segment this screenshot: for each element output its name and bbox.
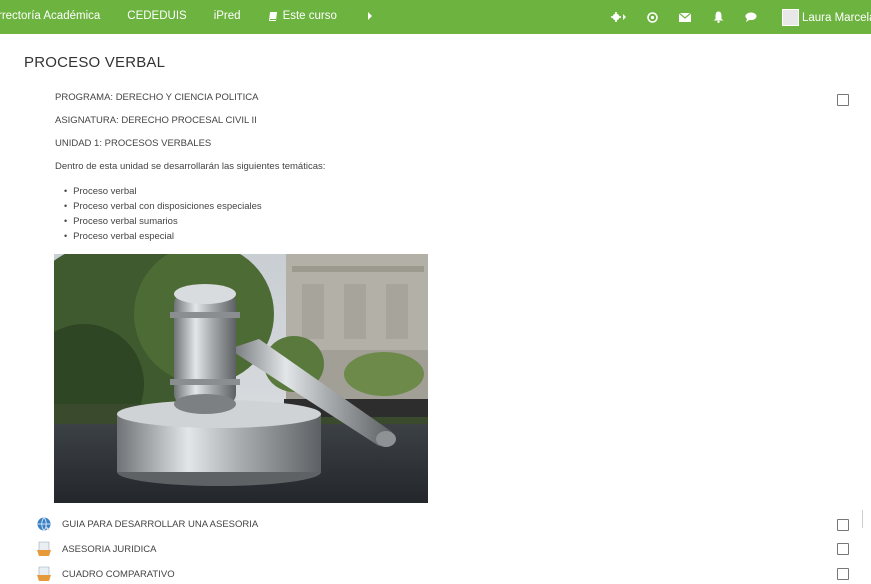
activity-label: CUADRO COMPARATIVO <box>62 568 175 580</box>
gear-icon[interactable] <box>610 9 628 25</box>
activity-cuadro-comparativo[interactable]: CUADRO COMPARATIVO <box>36 566 175 582</box>
asignatura-text: ASIGNATURA: DERECHO PROCESAL CIVIL II <box>55 115 257 126</box>
envelope-icon[interactable] <box>676 9 694 25</box>
activity-completion-checkbox[interactable] <box>837 568 849 580</box>
assignment-icon <box>37 566 51 581</box>
list-item: Proceso verbal sumarios <box>64 214 262 229</box>
list-item: Proceso verbal con disposiciones especia… <box>64 199 262 214</box>
activity-completion-checkbox[interactable] <box>837 543 849 555</box>
nav-link-cededuis[interactable]: CEDEDUIS <box>127 10 186 22</box>
activity-asesoria-juridica[interactable]: ASESORIA JURIDICA <box>36 541 157 557</box>
assignment-icon <box>37 541 51 556</box>
avatar <box>782 9 799 26</box>
topics-list: Proceso verbal Proceso verbal con dispos… <box>55 184 262 244</box>
section-title: PROCESO VERBAL <box>24 54 166 71</box>
list-item: Proceso verbal especial <box>64 229 262 244</box>
activity-label: GUIA PARA DESARROLLAR UNA ASESORIA <box>62 518 259 530</box>
activity-label: ASESORIA JURIDICA <box>62 543 157 555</box>
activity-guia-asesoria[interactable]: GUIA PARA DESARROLLAR UNA ASESORIA <box>36 516 258 532</box>
bell-icon[interactable] <box>709 9 727 25</box>
intro-text: Dentro de esta unidad se desarrollarán l… <box>55 161 326 172</box>
list-item: Proceso verbal <box>64 184 262 199</box>
unidad-text: UNIDAD 1: PROCESOS VERBALES <box>55 138 212 149</box>
web-link-icon <box>37 517 51 531</box>
this-course-menu[interactable]: Este curso <box>268 10 373 22</box>
user-name: Laura Marcela R <box>802 11 871 24</box>
section-completion-checkbox[interactable] <box>837 94 849 106</box>
book-icon <box>268 11 277 21</box>
caret-right-icon <box>367 12 372 20</box>
this-course-label: Este curso <box>282 10 337 22</box>
main-nav: rrectoría Académica CEDEDUIS iPred Este … <box>0 10 400 22</box>
user-menu[interactable]: Laura Marcela R <box>782 9 871 26</box>
gavel-sculpture-photo <box>54 254 428 503</box>
programa-text: PROGRAMA: DERECHO Y CIENCIA POLITICA <box>55 92 259 103</box>
nav-link-vicerrectoria[interactable]: rrectoría Académica <box>0 10 100 22</box>
scroll-edge <box>862 510 871 528</box>
chat-icon[interactable] <box>742 9 760 25</box>
plus-circle-icon[interactable] <box>643 9 661 25</box>
activity-completion-checkbox[interactable] <box>837 519 849 531</box>
top-navbar: rrectoría Académica CEDEDUIS iPred Este … <box>0 0 871 34</box>
nav-link-ipred[interactable]: iPred <box>214 10 241 22</box>
